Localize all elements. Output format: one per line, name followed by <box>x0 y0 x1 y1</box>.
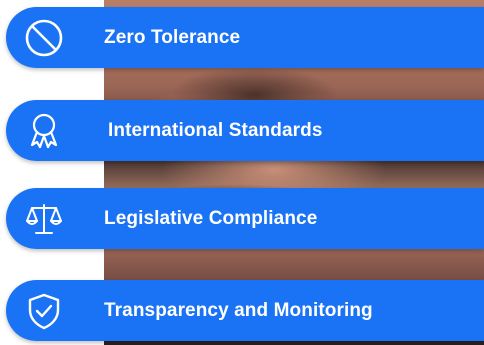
item-legislative-compliance: Legislative Compliance <box>6 188 484 249</box>
item-zero-tolerance: Zero Tolerance <box>6 7 484 68</box>
item-label: Legislative Compliance <box>104 207 318 229</box>
item-label: Transparency and Monitoring <box>104 299 373 321</box>
item-label: Zero Tolerance <box>104 26 241 48</box>
item-label: International Standards <box>108 119 323 141</box>
award-ribbon-icon <box>24 111 64 151</box>
scales-of-justice-icon <box>24 199 64 239</box>
item-transparency-monitoring: Transparency and Monitoring <box>6 280 484 341</box>
prohibited-icon <box>24 18 64 58</box>
shield-check-icon <box>24 291 64 331</box>
item-international-standards: International Standards <box>6 100 484 161</box>
